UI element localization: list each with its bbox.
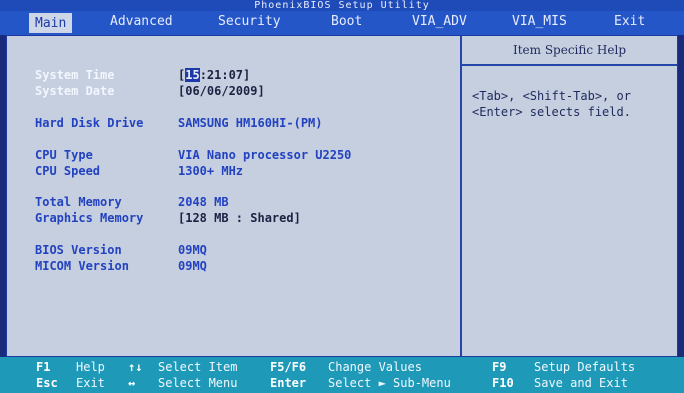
time-hour-field[interactable]: 15 (185, 68, 200, 82)
select-menu-hint: Select Menu (158, 376, 238, 390)
cpu-speed-value: 1300+ MHz (178, 164, 244, 178)
tab-exit[interactable]: Exit (614, 11, 645, 35)
tab-security[interactable]: Security (218, 11, 281, 35)
help-line-1: <Tab>, <Shift-Tab>, or (472, 89, 631, 103)
select-item-hint: Select Item (158, 360, 238, 374)
help-title: Item Specific Help (462, 36, 677, 66)
help-text: <Tab>, <Shift-Tab>, or <Enter> selects f… (472, 88, 677, 120)
left-right-arrows-icon[interactable]: ↔ (128, 376, 135, 390)
cpu-type-value: VIA Nano processor U2250 (178, 148, 352, 162)
main-panel: System Time [15:21:07] System Date [06/0… (7, 36, 462, 356)
tab-main[interactable]: Main (27, 11, 75, 35)
tab-advanced[interactable]: Advanced (110, 11, 173, 35)
bios-frame: System Time [15:21:07] System Date [06/0… (6, 35, 678, 357)
cpu-speed-label: CPU Speed (35, 164, 101, 178)
exit-hint: Exit (76, 376, 105, 390)
tab-via-mis[interactable]: VIA_MIS (512, 11, 567, 35)
f9-key[interactable]: F9 (492, 360, 506, 374)
system-time-value[interactable]: [15:21:07] (178, 68, 250, 82)
select-submenu-hint: Select ► Sub-Menu (328, 376, 451, 390)
help-line-2: <Enter> selects field. (472, 105, 631, 119)
setup-defaults-hint: Setup Defaults (534, 360, 636, 374)
menu-bar: Main Advanced Security Boot VIA_ADV VIA_… (0, 11, 684, 35)
cpu-type-label: CPU Type (35, 148, 93, 162)
system-time-label: System Time (35, 68, 115, 82)
enter-key[interactable]: Enter (270, 376, 306, 390)
change-values-hint: Change Values (328, 360, 422, 374)
micom-version-value: 09MQ (178, 259, 207, 273)
tab-via-adv[interactable]: VIA_ADV (412, 11, 467, 35)
micom-version-label: MICOM Version (35, 259, 129, 273)
save-and-exit-hint: Save and Exit (534, 376, 628, 390)
system-date-label: System Date (35, 84, 115, 98)
system-date-value[interactable]: [06/06/2009] (178, 84, 265, 98)
graphics-memory-label: Graphics Memory (35, 211, 144, 225)
help-panel: Item Specific Help <Tab>, <Shift-Tab>, o… (462, 36, 677, 356)
up-down-arrows-icon[interactable]: ↑↓ (128, 360, 142, 374)
time-rest: :21:07] (199, 68, 251, 82)
hard-disk-value: SAMSUNG HM160HI-(PM) (178, 116, 323, 130)
f10-key[interactable]: F10 (492, 376, 514, 390)
bios-version-value: 09MQ (178, 243, 207, 257)
hard-disk-label: Hard Disk Drive (35, 116, 144, 130)
esc-key[interactable]: Esc (36, 376, 58, 390)
key-legend-footer: F1 Help ↑↓ Select Item F5/F6 Change Valu… (0, 357, 684, 393)
total-memory-label: Total Memory (35, 195, 122, 209)
tab-boot[interactable]: Boot (331, 11, 362, 35)
f5-f6-key[interactable]: F5/F6 (270, 360, 306, 374)
bios-title: PhoenixBIOS Setup Utility (0, 0, 684, 11)
bios-version-label: BIOS Version (35, 243, 122, 257)
f1-key[interactable]: F1 (36, 360, 50, 374)
help-hint: Help (76, 360, 105, 374)
graphics-memory-value[interactable]: [128 MB : Shared] (178, 211, 301, 225)
total-memory-value: 2048 MB (178, 195, 229, 209)
